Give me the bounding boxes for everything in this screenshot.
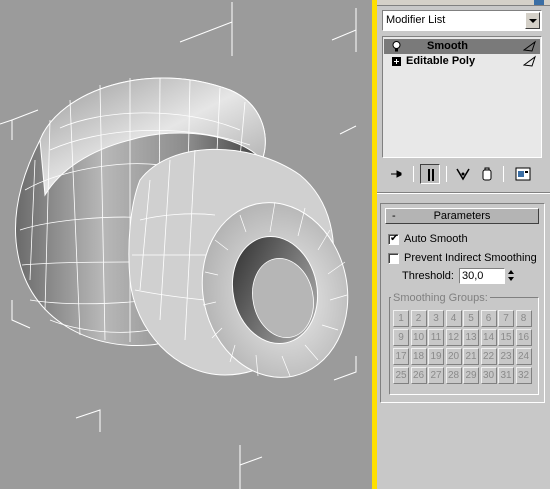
smoothing-group-button[interactable]: 25	[393, 367, 409, 384]
smoothing-group-button[interactable]: 2	[410, 310, 427, 327]
smoothing-group-button[interactable]: 17	[393, 348, 409, 365]
smoothing-group-button[interactable]: 12	[445, 329, 462, 346]
smoothing-group-button[interactable]: 28	[445, 367, 462, 384]
stack-item-label: Smooth	[427, 40, 468, 52]
modifier-list-label: Modifier List	[386, 14, 446, 26]
smoothing-group-button[interactable]: 6	[480, 310, 497, 327]
expand-plus-icon[interactable]	[392, 57, 401, 66]
smoothing-group-button[interactable]: 26	[410, 367, 427, 384]
toolbar-separator	[503, 166, 504, 182]
smoothing-group-button[interactable]: 21	[463, 348, 479, 365]
triangle-outline-icon	[523, 55, 536, 67]
smoothing-group-button[interactable]: 23	[498, 348, 514, 365]
parameters-rollout-header[interactable]: - Parameters	[385, 208, 539, 224]
mesh-object	[15, 77, 349, 378]
modifier-list-dropdown[interactable]: Modifier List	[382, 10, 542, 31]
spinner-up-icon[interactable]	[508, 270, 514, 274]
smoothing-group-button[interactable]: 15	[498, 329, 514, 346]
stack-item-label: Editable Poly	[406, 55, 476, 67]
smoothing-group-button[interactable]: 20	[445, 348, 462, 365]
object-color-swatch[interactable]	[534, 0, 544, 5]
smoothing-group-button[interactable]: 27	[428, 367, 444, 384]
smoothing-group-button[interactable]: 7	[498, 310, 514, 327]
toolbar-divider	[377, 192, 550, 194]
triangle-outline-icon	[523, 40, 536, 52]
smoothing-group-button[interactable]: 32	[515, 367, 532, 384]
smoothing-group-button[interactable]: 10	[410, 329, 427, 346]
remove-modifier-icon[interactable]	[477, 164, 497, 184]
stack-item-smooth[interactable]: Smooth	[384, 39, 540, 54]
smoothing-group-button[interactable]: 29	[463, 367, 479, 384]
chevron-down-icon[interactable]	[525, 12, 540, 29]
smoothing-group-button[interactable]: 4	[445, 310, 462, 327]
checkbox-box[interactable]	[388, 253, 399, 264]
auto-smooth-label: Auto Smooth	[404, 233, 468, 245]
lightbulb-icon[interactable]	[392, 41, 401, 52]
perspective-viewport[interactable]	[0, 0, 372, 489]
show-end-result-icon[interactable]	[420, 164, 440, 184]
smoothing-group-button[interactable]: 11	[428, 329, 444, 346]
smoothing-group-button[interactable]: 8	[515, 310, 532, 327]
spinner-down-icon[interactable]	[508, 277, 514, 281]
rollout-title: Parameters	[433, 210, 491, 222]
stack-item-editable-poly[interactable]: Editable Poly	[384, 54, 540, 69]
configure-modifier-sets-icon[interactable]	[513, 164, 533, 184]
modifier-stack-toolbar	[377, 160, 550, 188]
smoothing-group-button[interactable]: 3	[428, 310, 444, 327]
pin-stack-icon[interactable]	[387, 164, 407, 184]
panel-top-strip	[377, 0, 550, 6]
threshold-spinner[interactable]: 30,0	[459, 268, 517, 284]
checkmark-icon: ✔	[390, 233, 399, 244]
checkbox-box[interactable]: ✔	[388, 233, 399, 245]
smoothing-group-button[interactable]: 24	[515, 348, 532, 365]
toolbar-separator	[413, 166, 414, 182]
smoothing-group-button[interactable]: 14	[480, 329, 497, 346]
smoothing-group-button[interactable]: 19	[428, 348, 444, 365]
smoothing-group-button[interactable]: 31	[498, 367, 514, 384]
threshold-label: Threshold:	[402, 270, 454, 282]
smoothing-groups-label: Smoothing Groups:	[391, 292, 490, 304]
smoothing-group-button[interactable]: 1	[393, 310, 409, 327]
threshold-input[interactable]: 30,0	[459, 268, 505, 284]
spinner-arrows[interactable]	[506, 268, 516, 284]
toolbar-separator	[446, 166, 447, 182]
smoothing-group-button[interactable]: 30	[480, 367, 497, 384]
modify-command-panel: Modifier List Smooth Editable Poly - Par…	[377, 0, 550, 489]
viewport-scene	[0, 2, 357, 489]
smoothing-group-button[interactable]: 16	[515, 329, 532, 346]
smoothing-group-button[interactable]: 9	[393, 329, 409, 346]
smoothing-group-button[interactable]: 18	[410, 348, 427, 365]
prevent-indirect-smoothing-label: Prevent Indirect Smoothing	[404, 252, 537, 264]
smoothing-group-button[interactable]: 5	[463, 310, 479, 327]
smoothing-group-button[interactable]: 22	[480, 348, 497, 365]
smoothing-group-button[interactable]: 13	[463, 329, 479, 346]
make-unique-icon[interactable]	[453, 164, 473, 184]
modifier-stack[interactable]: Smooth Editable Poly	[382, 36, 542, 158]
